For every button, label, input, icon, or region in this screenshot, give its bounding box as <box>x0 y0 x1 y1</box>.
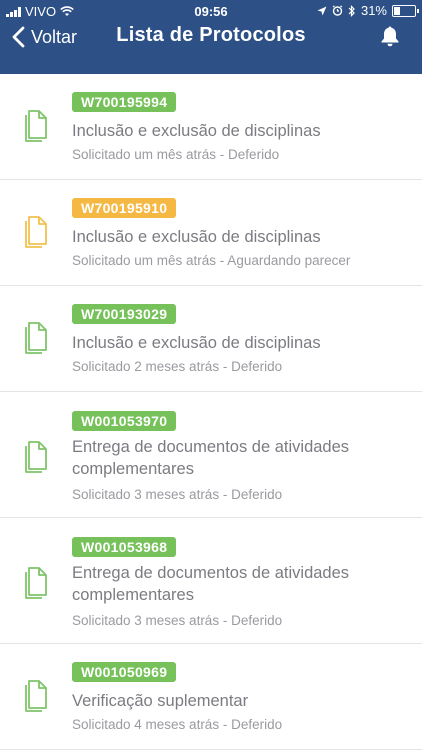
protocol-status: Solicitado 3 meses atrás - Deferido <box>72 487 283 502</box>
list-item[interactable]: W700195910 Inclusão e exclusão de discipl… <box>0 180 422 286</box>
protocol-code-badge: W700193029 <box>72 304 177 324</box>
document-icon <box>25 567 47 599</box>
protocol-title: Verificação suplementar <box>72 692 249 710</box>
protocol-code-badge: W700195994 <box>72 92 177 112</box>
protocol-code-badge: W001053968 <box>72 537 177 557</box>
protocol-title: Entrega de documentos de atividades comp… <box>72 438 350 478</box>
protocol-list: W700195994 Inclusão e exclusão de discipl… <box>0 74 422 750</box>
protocol-code-badge: W001050969 <box>72 662 177 682</box>
navigation-bar: Voltar Lista de Protocolos <box>0 22 422 74</box>
location-icon <box>317 6 327 15</box>
list-item[interactable]: W001050969 Verificação suplementar Solicit… <box>0 644 422 750</box>
bluetooth-icon <box>348 4 355 17</box>
protocol-title: Inclusão e exclusão de disciplinas <box>72 122 321 140</box>
protocol-status: Solicitado 2 meses atrás - Deferido <box>72 359 283 374</box>
document-icon <box>25 216 47 248</box>
list-item[interactable]: W001053968 Entrega de documentos de ativi… <box>0 518 422 644</box>
protocol-status: Solicitado um mês atrás - Aguardando par… <box>72 253 351 268</box>
list-item[interactable]: W700195994 Inclusão e exclusão de discipl… <box>0 74 422 180</box>
app-header: VIVO 09:56 31% Voltar Lista de Protocolo… <box>0 0 422 74</box>
page-title: Lista de Protocolos <box>116 24 306 46</box>
protocol-code-badge: W700195910 <box>72 198 177 218</box>
protocol-status: Solicitado 3 meses atrás - Deferido <box>72 613 283 628</box>
protocol-status: Solicitado um mês atrás - Deferido <box>72 147 280 162</box>
protocol-title: Inclusão e exclusão de disciplinas <box>72 228 321 246</box>
list-item[interactable]: W001053970 Entrega de documentos de ativi… <box>0 392 422 518</box>
status-bar: VIVO 09:56 31% <box>0 0 422 22</box>
document-icon <box>25 322 47 354</box>
protocol-title: Inclusão e exclusão de disciplinas <box>72 334 321 352</box>
protocol-title: Entrega de documentos de atividades comp… <box>72 564 350 604</box>
battery-icon <box>392 4 419 17</box>
protocol-status: Solicitado 4 meses atrás - Deferido <box>72 717 283 732</box>
document-icon <box>25 680 47 712</box>
document-icon <box>25 110 47 142</box>
protocol-code-badge: W001053970 <box>72 411 177 431</box>
battery-fill <box>394 6 400 15</box>
bell-icon <box>381 26 399 47</box>
status-right: 31% <box>317 3 419 18</box>
document-icon <box>25 441 47 473</box>
list-item[interactable]: W700193029 Inclusão e exclusão de discipl… <box>0 286 422 392</box>
battery-percent: 31% <box>360 3 387 18</box>
notifications-button[interactable] <box>380 25 400 52</box>
alarm-icon <box>332 5 343 16</box>
